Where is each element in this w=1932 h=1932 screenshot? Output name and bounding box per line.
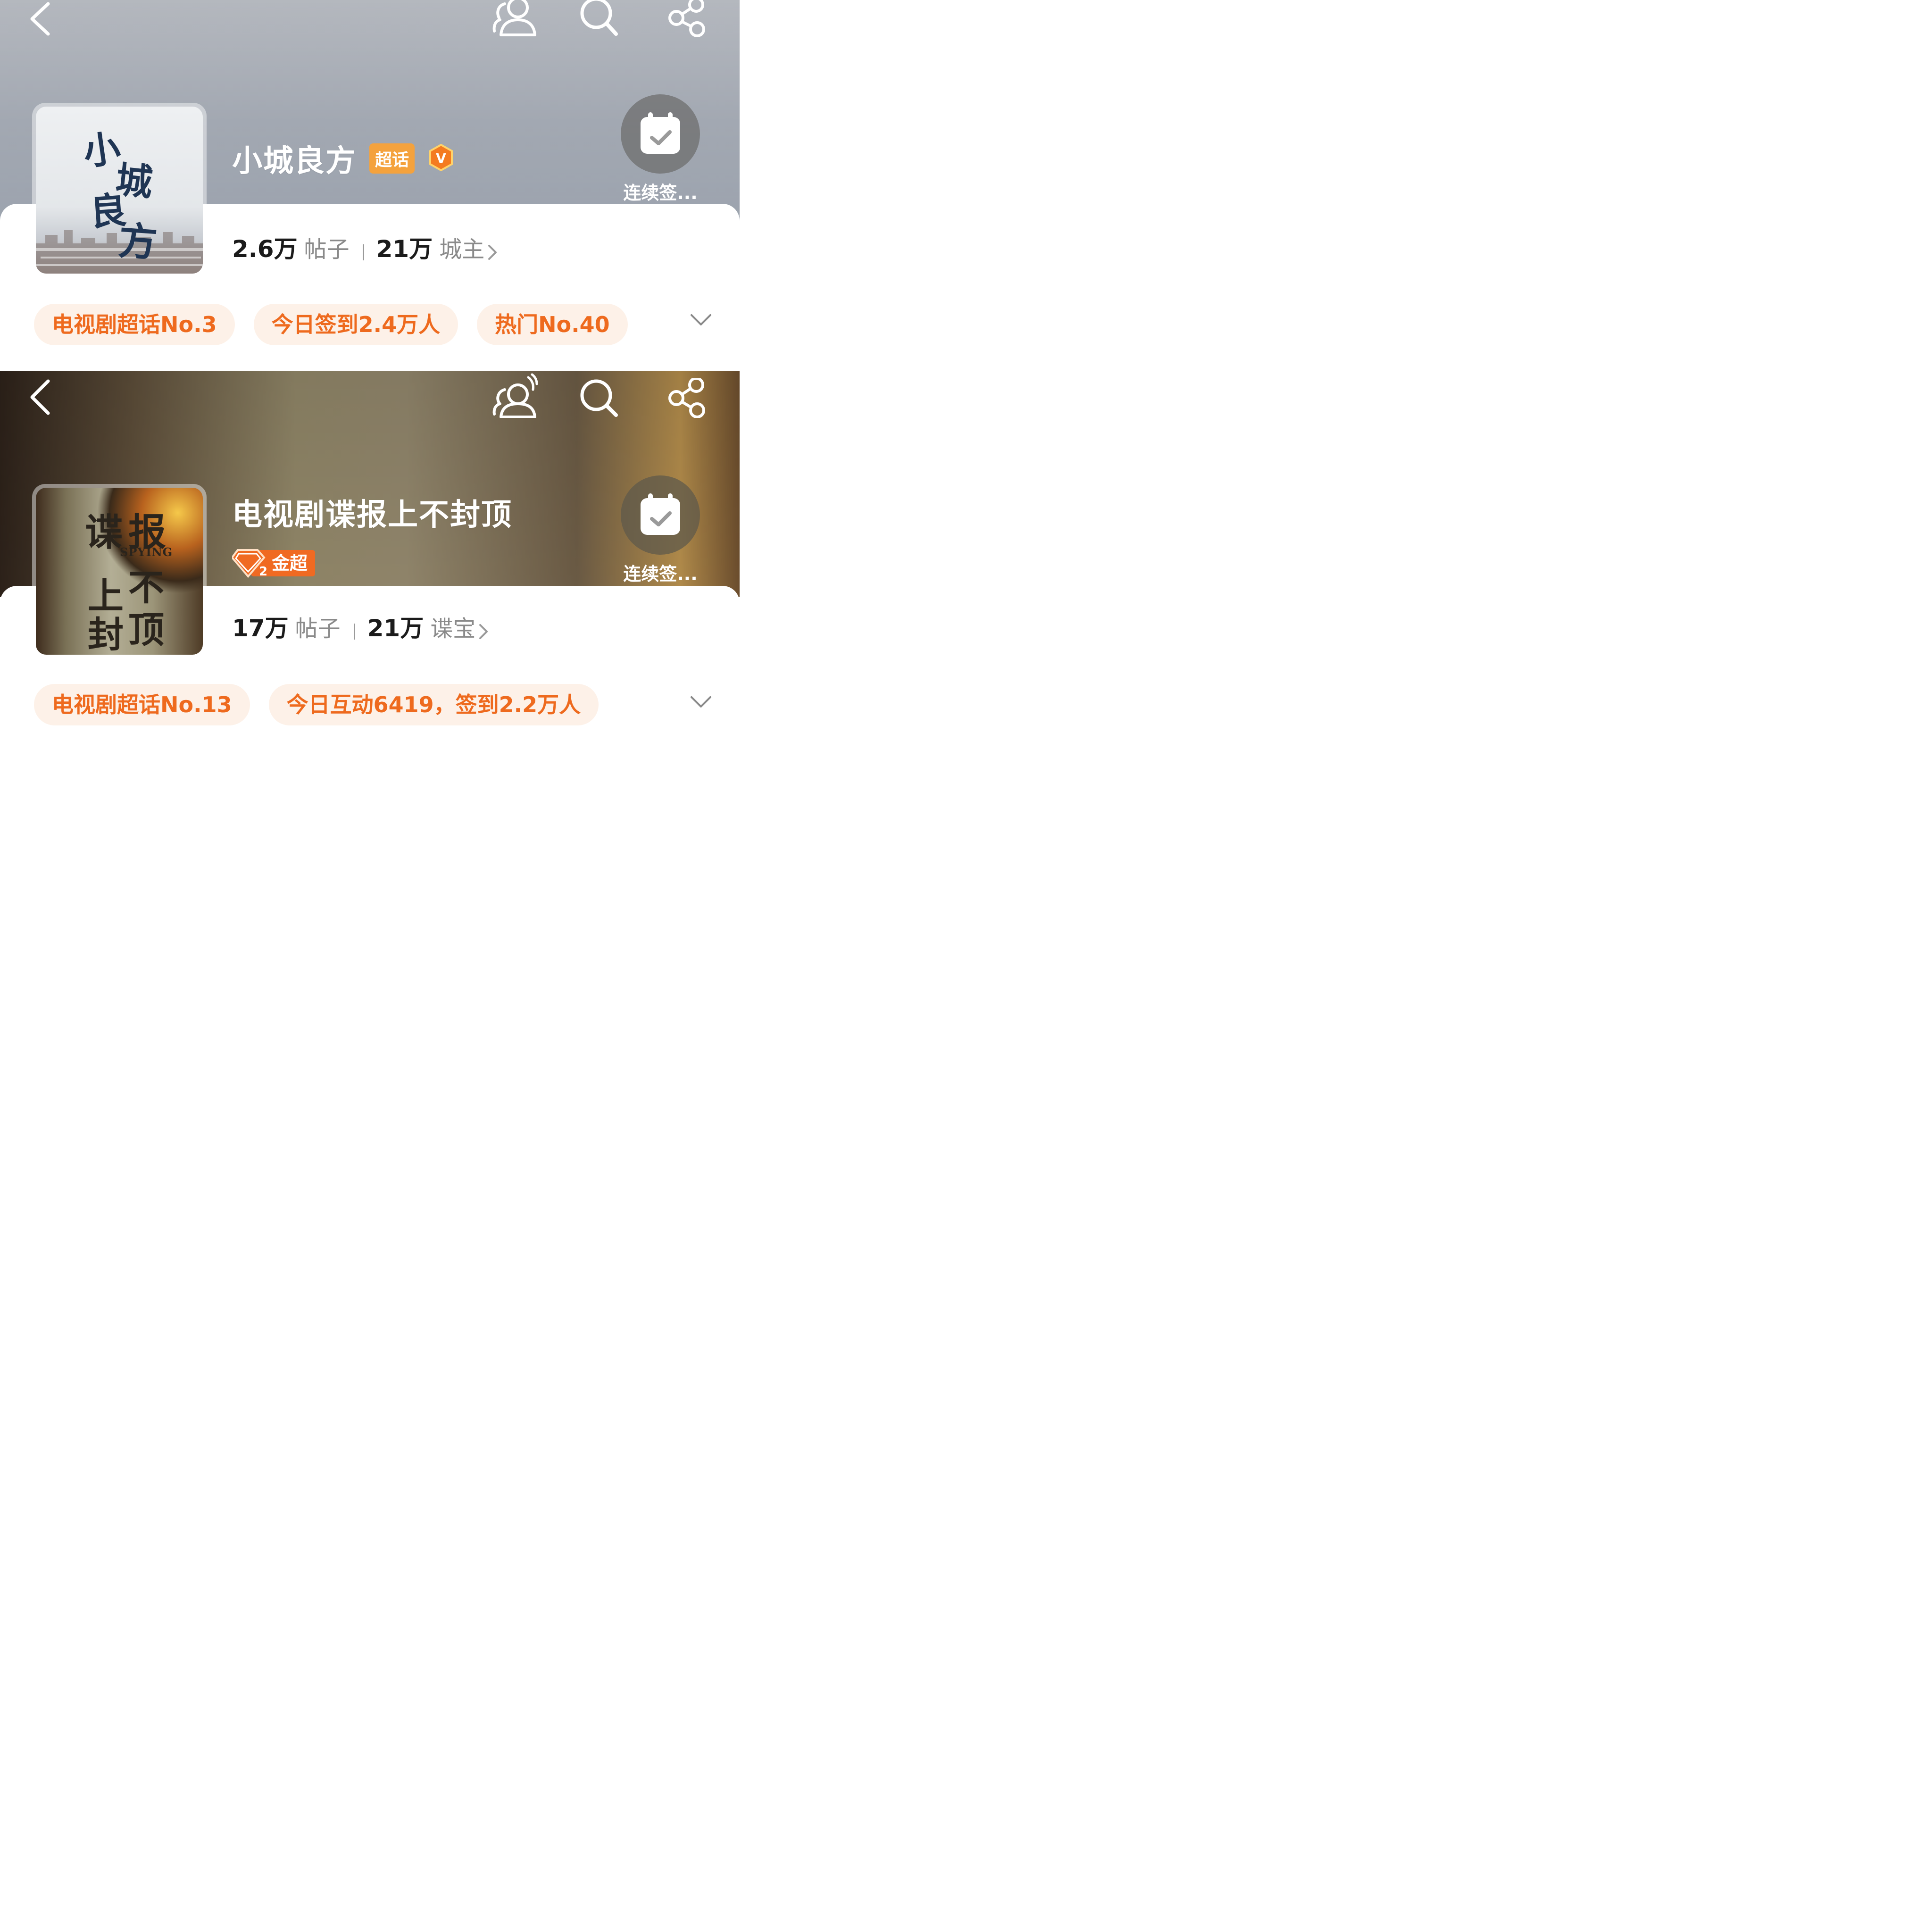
checkin-count-chip[interactable]: 今日签到2.4万人: [253, 304, 458, 345]
back-arrow-icon[interactable]: [27, 2, 53, 36]
diamond-level-icon: 2: [232, 549, 267, 578]
hot-rank-chip[interactable]: 热门No.40: [477, 304, 628, 345]
posts-label: 帖子: [304, 236, 350, 263]
members-link[interactable]: 21万 谍宝: [367, 615, 489, 642]
cover-artwork: 小 城 良 方: [36, 107, 203, 274]
top-navigation-bar: [0, 0, 740, 42]
posts-count: 2.6万: [232, 235, 298, 263]
ranking-chips: 电视剧超话No.3 今日签到2.4万人 热门No.40: [34, 304, 647, 345]
members-label: 谍宝: [430, 616, 476, 642]
ranking-chips: 电视剧超话No.13 今日互动6419，签到2.2万人: [34, 684, 617, 725]
stats-row: 2.6万 帖子 21万 城主: [232, 230, 498, 265]
supertopic-cover-image[interactable]: 小 城 良 方: [32, 103, 207, 277]
stats-divider: [362, 244, 364, 260]
chevron-right-icon: [478, 623, 489, 642]
supertopic-cover-image[interactable]: 谍 报 SPYING 上 不 封 顶: [32, 484, 207, 658]
chevron-down-icon[interactable]: [690, 695, 712, 711]
back-arrow-icon[interactable]: [27, 379, 53, 415]
group-chat-icon[interactable]: [491, 373, 538, 418]
supertopic-header-xiaocheng: 小 城 良 方 小城良方 超话 V 连续签... 2.6万 帖子 21万 城主 电视剧…: [0, 0, 740, 371]
rank-chip[interactable]: 电视剧超话No.13: [34, 684, 250, 725]
supertopic-badge: 超话: [369, 143, 415, 174]
share-icon[interactable]: [667, 378, 707, 418]
svg-text:2: 2: [259, 565, 267, 578]
checkin-button[interactable]: 连续签...: [621, 475, 700, 585]
members-link[interactable]: 21万 城主: [376, 235, 498, 263]
share-icon[interactable]: [667, 0, 707, 38]
rank-chip[interactable]: 电视剧超话No.3: [34, 304, 235, 345]
chevron-right-icon: [487, 244, 498, 263]
activity-chip[interactable]: 今日互动6419，签到2.2万人: [268, 684, 599, 725]
screenshot-stage: 小 城 良 方 小城良方 超话 V 连续签... 2.6万 帖子 21万 城主 电视剧…: [0, 0, 740, 740]
cover-char: 方: [117, 218, 159, 266]
cover-subtitle: SPYING: [120, 545, 173, 559]
group-chat-icon[interactable]: [491, 0, 538, 37]
chevron-down-icon[interactable]: [690, 313, 712, 329]
stats-divider: [353, 623, 355, 640]
posts-count: 17万: [232, 615, 289, 642]
calendar-check-icon: [621, 475, 700, 555]
supertopic-header-spying: 谍 报 SPYING 上 不 封 顶 电视剧谍报上不封顶 金超 2 连续签...…: [0, 371, 740, 740]
top-navigation-bar: [0, 371, 740, 423]
title-row: 小城良方 超话 V: [232, 137, 454, 180]
checkin-label: 连续签...: [623, 564, 698, 584]
members-label: 城主: [439, 236, 485, 263]
checkin-button[interactable]: 连续签...: [621, 94, 700, 204]
members-count: 21万: [376, 235, 433, 263]
v-badge-icon: V: [428, 143, 454, 173]
supertopic-title: 电视剧谍报上不封顶: [232, 498, 512, 533]
stats-row: 17万 帖子 21万 谍宝: [232, 609, 489, 644]
search-icon[interactable]: [579, 0, 619, 38]
calendar-check-icon: [621, 94, 700, 174]
cover-char: 顶: [128, 609, 164, 651]
members-count: 21万: [367, 615, 424, 642]
title-row: 电视剧谍报上不封顶: [232, 491, 512, 534]
posts-label: 帖子: [295, 616, 341, 642]
search-icon[interactable]: [579, 379, 619, 417]
cover-char: 谍: [85, 510, 123, 554]
checkin-label: 连续签...: [623, 183, 698, 203]
svg-text:V: V: [436, 150, 446, 166]
cover-artwork: 谍 报 SPYING 上 不 封 顶: [36, 488, 203, 655]
cover-char: 封: [88, 614, 124, 655]
supertopic-title: 小城良方: [232, 144, 357, 179]
